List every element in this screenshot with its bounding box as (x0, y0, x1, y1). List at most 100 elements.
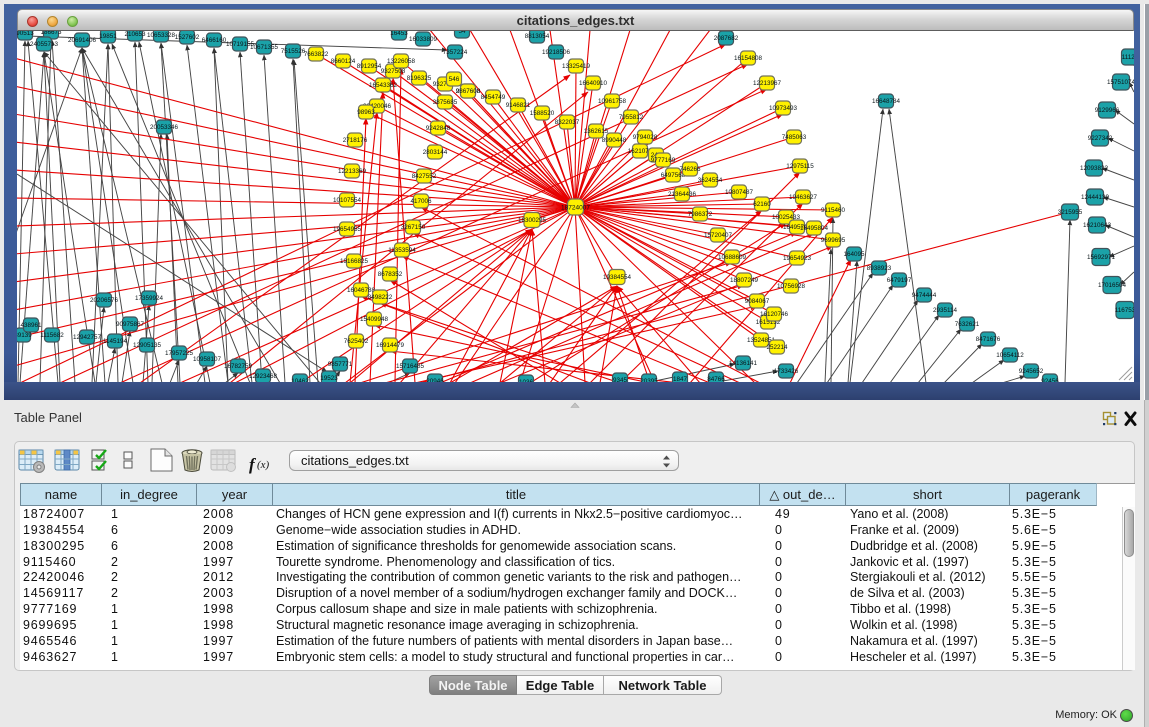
svg-text:417006: 417006 (410, 198, 432, 205)
svg-text:8322037: 8322037 (555, 119, 580, 126)
svg-text:19523: 19523 (320, 375, 338, 382)
svg-text:2718176: 2718176 (343, 137, 368, 144)
svg-text:9227342: 9227342 (1088, 135, 1113, 142)
svg-text:16543362: 16543362 (369, 82, 398, 89)
svg-text:19463627: 19463627 (789, 194, 818, 201)
svg-text:20053346: 20053346 (150, 124, 179, 131)
svg-text:39139: 39139 (17, 332, 32, 339)
svg-text:20691406: 20691406 (68, 37, 97, 44)
svg-text:8938923: 8938923 (867, 265, 892, 272)
svg-text:3624554: 3624554 (698, 177, 723, 184)
svg-text:15692971: 15692971 (1087, 254, 1116, 261)
svg-text:15409948: 15409948 (360, 316, 389, 323)
svg-text:8498222: 8498222 (368, 294, 393, 301)
svg-text:3267150: 3267150 (401, 224, 426, 231)
svg-text:8471676: 8471676 (976, 336, 1001, 343)
svg-text:10756928: 10756928 (777, 283, 806, 290)
svg-text:98963: 98963 (357, 109, 375, 116)
svg-text:15716485: 15716485 (396, 363, 425, 370)
svg-text:f: f (249, 455, 257, 474)
svg-text:1733426: 1733426 (774, 368, 799, 375)
svg-text:16640910: 16640910 (579, 80, 608, 87)
svg-text:10973493: 10973493 (769, 105, 798, 112)
svg-text:8678352: 8678352 (378, 271, 403, 278)
svg-text:17957225: 17957225 (165, 350, 194, 357)
svg-text:17359924: 17359924 (135, 295, 164, 302)
svg-text:8454749: 8454749 (481, 94, 506, 101)
svg-text:1588520: 1588520 (530, 110, 555, 117)
svg-text:12923468: 12923468 (249, 373, 278, 380)
svg-text:9245652: 9245652 (1019, 368, 1044, 375)
svg-text:2803144: 2803144 (423, 149, 448, 156)
svg-text:6466160: 6466160 (202, 37, 227, 44)
svg-text:7632621: 7632621 (955, 321, 980, 328)
svg-text:12093822: 12093822 (1080, 165, 1109, 172)
svg-text:16210643: 16210643 (1083, 222, 1112, 229)
svg-text:2867608: 2867608 (456, 88, 481, 95)
svg-text:16154808: 16154808 (734, 55, 763, 62)
svg-text:7955812: 7955812 (619, 114, 644, 121)
svg-text:16914479: 16914479 (376, 342, 405, 349)
svg-text:9146821: 9146821 (506, 102, 531, 109)
svg-text:1527602: 1527602 (175, 34, 200, 41)
svg-text:8196325: 8196325 (407, 75, 432, 82)
svg-text:7515526: 7515526 (281, 48, 306, 55)
svg-text:3215955: 3215955 (1058, 209, 1083, 216)
svg-text:19851: 19851 (99, 33, 117, 40)
svg-text:746266: 746266 (679, 166, 701, 173)
svg-text:16495804: 16495804 (800, 225, 829, 232)
svg-text:438961: 438961 (20, 322, 42, 329)
svg-text:2087682: 2087682 (714, 35, 739, 42)
svg-text:10961758: 10961758 (598, 98, 627, 105)
svg-text:84766: 84766 (707, 376, 725, 382)
svg-text:12213967: 12213967 (753, 80, 782, 87)
svg-text:10462: 10462 (291, 378, 309, 382)
svg-text:1145194: 1145194 (103, 338, 128, 345)
svg-text:10107554: 10107554 (333, 197, 362, 204)
svg-text:7357224: 7357224 (443, 49, 468, 56)
svg-text:10654112: 10654112 (996, 352, 1024, 359)
svg-text:9857771: 9857771 (328, 361, 353, 368)
svg-text:8660124: 8660124 (331, 58, 356, 65)
svg-text:252214: 252214 (766, 344, 788, 351)
svg-text:62160: 62160 (753, 201, 771, 208)
svg-text:20395: 20395 (640, 378, 658, 382)
svg-text:54: 54 (458, 31, 466, 35)
svg-text:10671355: 10671355 (250, 44, 279, 51)
svg-text:(x): (x) (257, 459, 270, 471)
svg-text:12975115: 12975115 (786, 163, 814, 170)
svg-text:16648784: 16648784 (872, 98, 901, 105)
svg-text:7485063: 7485063 (782, 134, 807, 141)
svg-text:19384554: 19384554 (603, 274, 632, 281)
svg-text:7625402: 7625402 (344, 338, 369, 345)
svg-text:10688609: 10688609 (718, 254, 747, 261)
svg-text:12213369: 12213369 (338, 168, 367, 175)
svg-text:1115682: 1115682 (40, 332, 64, 339)
svg-text:10653328: 10653328 (147, 32, 176, 39)
svg-text:20946: 20946 (426, 378, 444, 382)
svg-text:90513: 90513 (17, 31, 34, 37)
svg-text:11353594: 11353594 (388, 247, 416, 254)
svg-text:9084067: 9084067 (745, 298, 770, 305)
svg-text:14136141: 14136141 (729, 360, 758, 367)
svg-text:1847: 1847 (673, 376, 688, 382)
svg-text:15751074: 15751074 (1107, 79, 1134, 86)
svg-text:9777169: 9777169 (651, 157, 676, 164)
svg-text:9474444: 9474444 (912, 292, 937, 299)
svg-text:9794028: 9794028 (633, 134, 658, 141)
svg-text:3875685: 3875685 (433, 99, 458, 106)
svg-text:9327508: 9327508 (381, 68, 406, 75)
svg-text:186673: 186673 (40, 31, 62, 36)
svg-text:16782759: 16782759 (224, 363, 253, 370)
svg-text:10807487: 10807487 (725, 189, 754, 196)
svg-text:8813054: 8813054 (525, 33, 550, 40)
svg-text:7663822: 7663822 (304, 51, 329, 58)
svg-text:92456: 92456 (1041, 378, 1059, 382)
svg-text:16120746: 16120746 (760, 311, 789, 318)
svg-text:7986372: 7986372 (688, 211, 713, 218)
svg-text:8912954: 8912954 (357, 63, 382, 70)
svg-text:9345: 9345 (613, 377, 628, 382)
svg-text:9699695: 9699695 (821, 237, 846, 244)
svg-text:12444139: 12444139 (1081, 194, 1110, 201)
svg-text:18807249: 18807249 (730, 277, 759, 284)
